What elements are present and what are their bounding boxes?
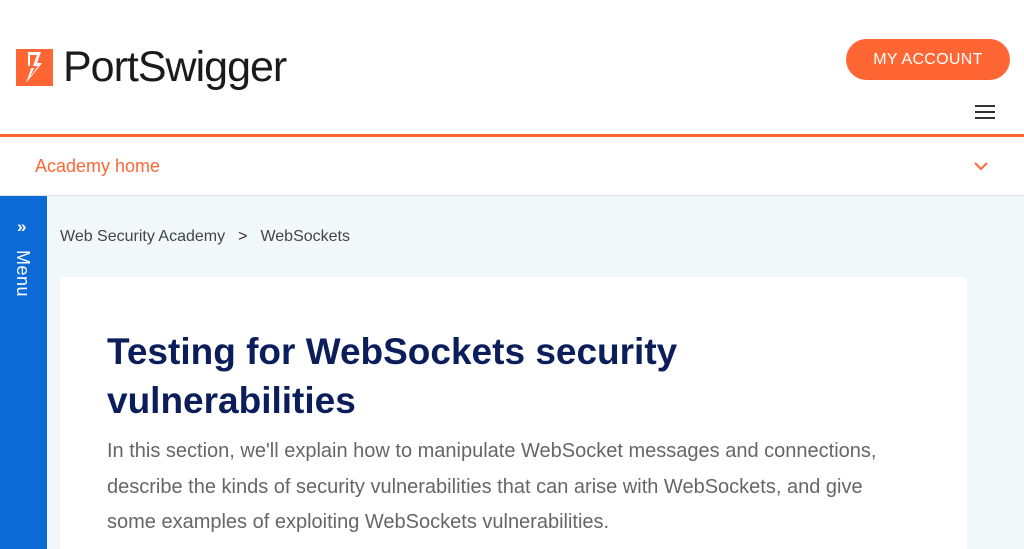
top-header: PortSwigger MY ACCOUNT — [0, 0, 1024, 137]
breadcrumb-item-websockets[interactable]: WebSockets — [260, 228, 350, 246]
side-menu-label: Menu — [13, 250, 33, 298]
article-card: Testing for WebSockets security vulnerab… — [60, 277, 967, 549]
my-account-button[interactable]: MY ACCOUNT — [846, 39, 1010, 80]
double-chevron-right-icon: » — [17, 217, 27, 236]
hamburger-icon[interactable] — [975, 105, 997, 123]
academy-home-link[interactable]: Academy home — [35, 156, 160, 177]
logo-text: PortSwigger — [63, 43, 287, 91]
breadcrumb: Web Security Academy > WebSockets — [60, 228, 350, 246]
chevron-down-icon[interactable] — [972, 157, 990, 175]
portswigger-bolt-icon — [16, 48, 53, 86]
main-content-area: » Menu Web Security Academy > WebSockets… — [0, 196, 1024, 549]
breadcrumb-separator: > — [238, 228, 248, 245]
breadcrumb-item-academy[interactable]: Web Security Academy — [60, 228, 225, 246]
academy-subnav: Academy home — [0, 137, 1024, 196]
side-menu-toggle[interactable]: » Menu — [0, 196, 47, 549]
page-title: Testing for WebSockets security vulnerab… — [107, 331, 678, 421]
intro-paragraph: In this section, we'll explain how to ma… — [107, 440, 877, 533]
portswigger-logo[interactable]: PortSwigger — [16, 42, 287, 92]
